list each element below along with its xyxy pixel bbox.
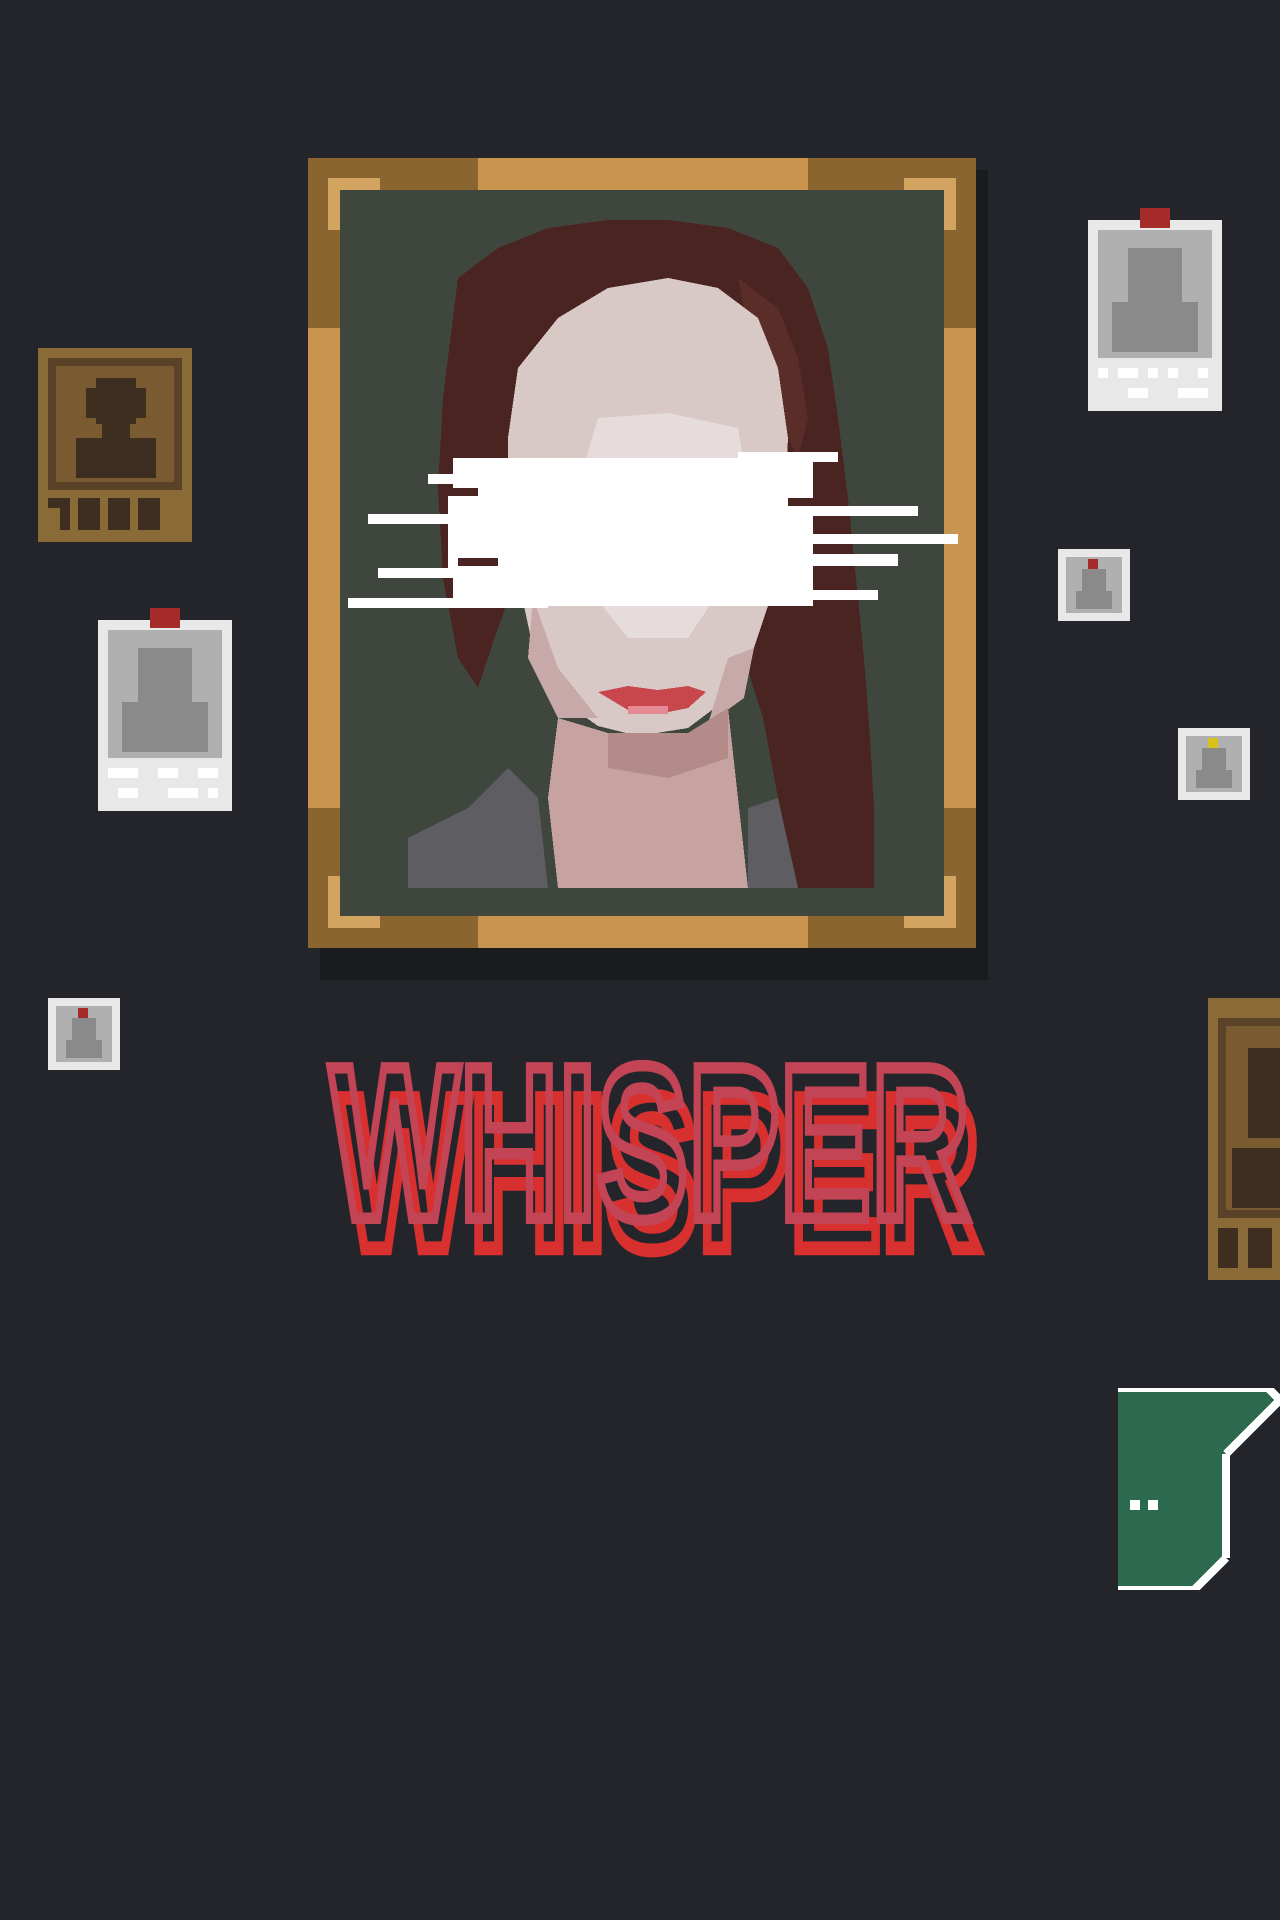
red-pin-icon: [78, 1008, 88, 1018]
main-portrait[interactable]: [308, 158, 988, 980]
suspect-card-gold[interactable]: [38, 348, 192, 542]
yellow-pin-icon: [1208, 738, 1218, 748]
suspect-thumbnail[interactable]: [1058, 549, 1130, 621]
red-pin-icon: [150, 608, 180, 628]
red-pin-icon: [1088, 559, 1098, 569]
suspect-card-white[interactable]: [98, 608, 232, 811]
exit-door-icon[interactable]: [1118, 1388, 1280, 1590]
logo-text-face: WHISPER: [330, 1025, 970, 1265]
suspect-thumbnail[interactable]: [48, 998, 120, 1070]
red-pin-icon: [1140, 208, 1170, 228]
suspect-card-gold[interactable]: [1208, 998, 1280, 1280]
suspect-card-white[interactable]: [1088, 208, 1222, 411]
suspect-thumbnail[interactable]: [1178, 728, 1250, 800]
game-title-logo: WHISPER WHISPER: [325, 1025, 987, 1290]
